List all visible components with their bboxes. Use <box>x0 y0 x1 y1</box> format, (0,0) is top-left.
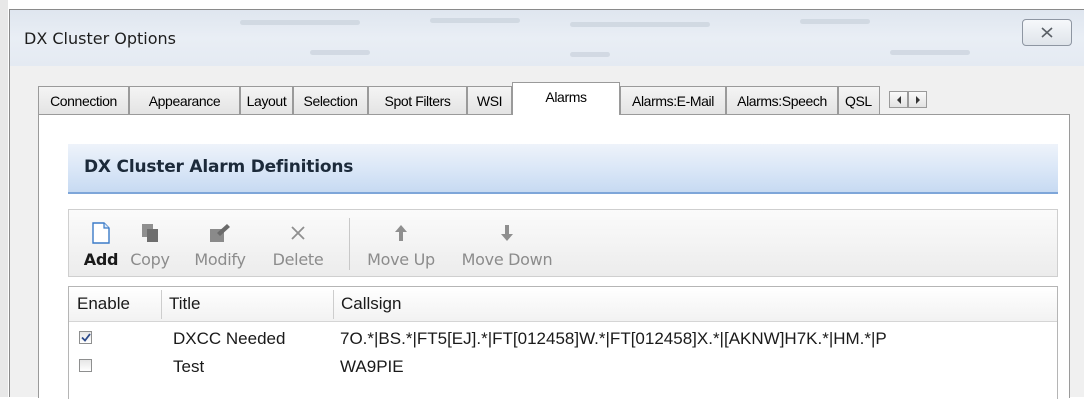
copy-button[interactable]: Copy <box>127 210 173 276</box>
tab-wsi[interactable]: WSI <box>467 86 512 114</box>
tab-appearance[interactable]: Appearance <box>129 86 240 114</box>
move-down-button[interactable]: Move Down <box>455 210 559 276</box>
delete-x-icon <box>291 226 305 240</box>
row-callsign: 7O.*|BS.*|FT5[EJ].*|FT[012458]W.*|FT[012… <box>340 329 887 348</box>
grid-header: Enable Title Callsign <box>69 287 1057 322</box>
enable-checkbox[interactable] <box>79 331 92 344</box>
modify-label: Modify <box>194 250 246 269</box>
tab-connection[interactable]: Connection <box>38 86 129 114</box>
copy-label: Copy <box>130 250 170 269</box>
enable-checkbox[interactable] <box>79 359 92 372</box>
dialog-window: DX Cluster Options Connection Appearance… <box>9 9 1084 399</box>
chevron-right-icon <box>915 95 920 104</box>
window-title: DX Cluster Options <box>24 29 176 48</box>
delete-label: Delete <box>272 250 324 269</box>
move-up-label: Move Up <box>367 250 435 269</box>
column-header-callsign[interactable]: Callsign <box>333 287 401 321</box>
table-row[interactable]: Test WA9PIE <box>69 353 1057 381</box>
add-label: Add <box>83 250 119 269</box>
row-title: DXCC Needed <box>173 329 286 348</box>
new-document-icon <box>92 222 110 244</box>
tab-layout[interactable]: Layout <box>240 86 293 114</box>
section-header: DX Cluster Alarm Definitions <box>68 144 1058 194</box>
delete-button[interactable]: Delete <box>267 210 329 276</box>
close-button[interactable] <box>1022 19 1072 46</box>
tab-page-alarms: DX Cluster Alarm Definitions Add Copy Mo… <box>38 114 1070 399</box>
modify-icon <box>210 224 230 242</box>
alarm-grid: Enable Title Callsign DXCC Needed 7O.*|B… <box>68 286 1058 399</box>
toolbar-separator <box>349 218 350 270</box>
tab-qsl[interactable]: QSL <box>838 86 880 114</box>
tab-alarms-email[interactable]: Alarms:E-Mail <box>620 86 726 114</box>
chevron-left-icon <box>896 95 901 104</box>
arrow-down-icon <box>501 225 513 241</box>
tab-scroll-left-button[interactable] <box>889 91 908 108</box>
copy-icon <box>142 224 158 242</box>
checkmark-icon <box>80 333 91 342</box>
tab-selection[interactable]: Selection <box>293 86 368 114</box>
column-header-title[interactable]: Title <box>161 287 201 321</box>
tab-scroll-right-button[interactable] <box>908 91 927 108</box>
row-callsign: WA9PIE <box>340 357 404 376</box>
tab-alarms[interactable]: Alarms <box>512 82 620 115</box>
arrow-up-icon <box>395 225 407 241</box>
title-bar: DX Cluster Options <box>10 10 1084 66</box>
add-button[interactable]: Add <box>79 210 123 276</box>
row-title: Test <box>173 357 205 376</box>
section-title: DX Cluster Alarm Definitions <box>84 157 354 177</box>
column-header-enable[interactable]: Enable <box>69 287 130 321</box>
tab-strip: Connection Appearance Layout Selection S… <box>38 82 1070 115</box>
modify-button[interactable]: Modify <box>187 210 253 276</box>
tab-alarms-speech[interactable]: Alarms:Speech <box>726 86 838 114</box>
tab-spot-filters[interactable]: Spot Filters <box>368 86 467 114</box>
table-row[interactable]: DXCC Needed 7O.*|BS.*|FT5[EJ].*|FT[01245… <box>69 325 1057 353</box>
background-left <box>0 0 8 397</box>
toolbar: Add Copy Modify Delete Move Up Move Down <box>68 209 1058 277</box>
close-icon <box>1041 27 1053 38</box>
move-up-button[interactable]: Move Up <box>357 210 445 276</box>
move-down-label: Move Down <box>461 250 553 269</box>
